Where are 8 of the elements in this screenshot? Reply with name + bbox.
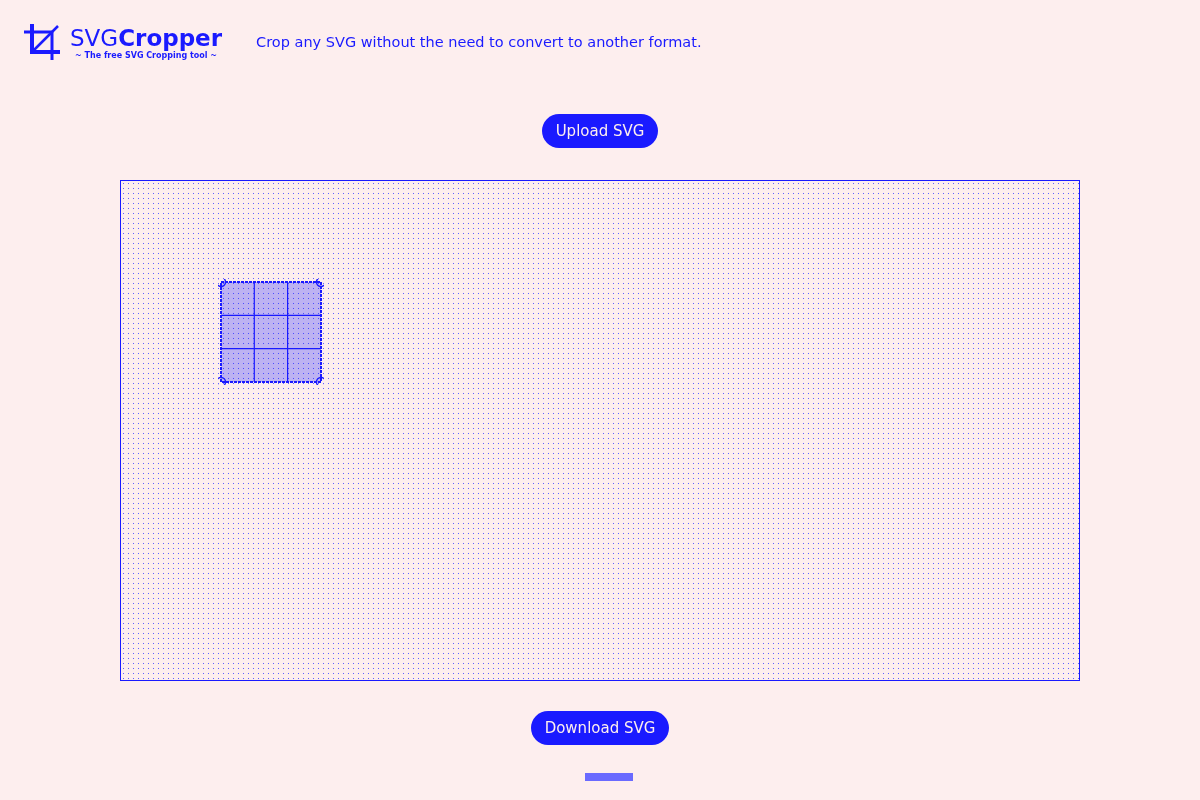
- site-title[interactable]: SVGCropper: [70, 24, 223, 51]
- footer-bar: [585, 773, 633, 781]
- site-subtitle: ~ The free SVG Cropping tool ~: [75, 50, 217, 60]
- tagline: Crop any SVG without the need to convert to another format.: [256, 34, 702, 50]
- crop-icon: [22, 22, 62, 62]
- download-button[interactable]: Download SVG: [530, 711, 670, 745]
- crop-selection[interactable]: [218, 279, 324, 385]
- upload-button[interactable]: Upload SVG: [541, 114, 659, 148]
